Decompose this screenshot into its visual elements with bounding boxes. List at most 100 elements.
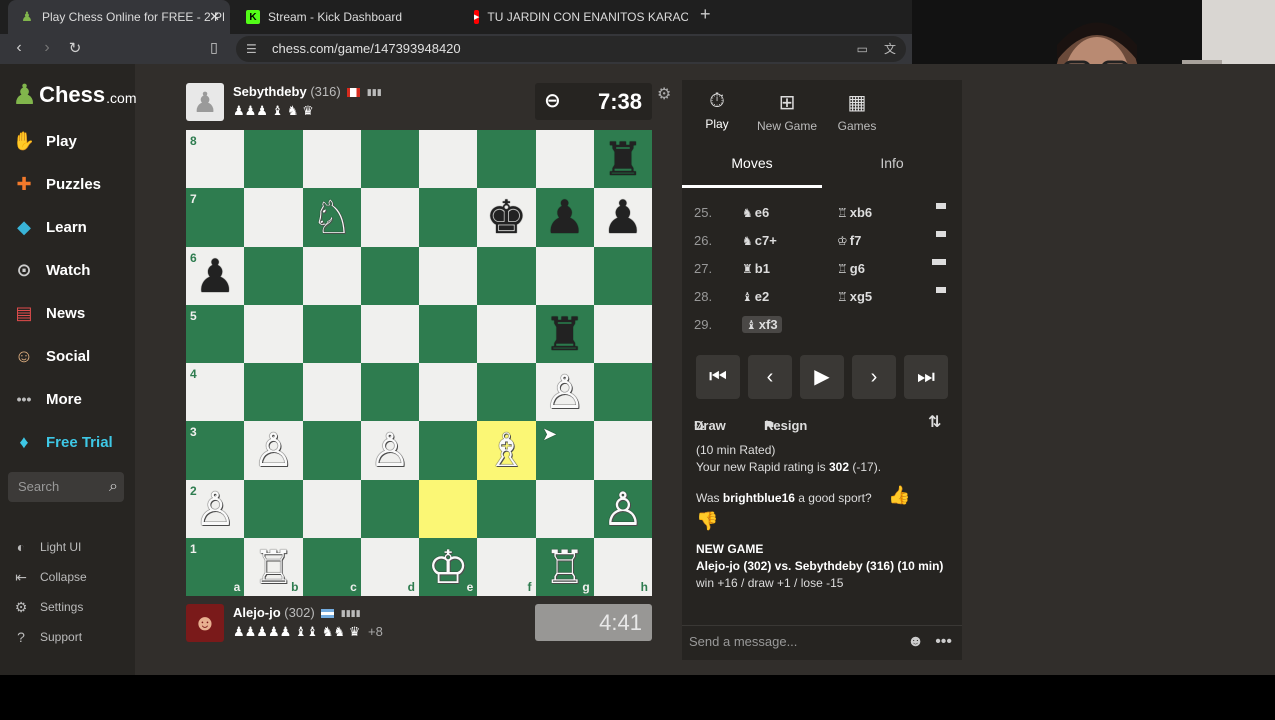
sidebar-item-light-ui[interactable]: ◐ Light UI <box>0 534 135 560</box>
bottom-player-avatar[interactable]: ☻ <box>186 604 224 642</box>
square-c4[interactable] <box>302 363 361 422</box>
square-b5[interactable] <box>244 304 303 363</box>
sidebar-item-news[interactable]: ▤ News <box>0 293 135 333</box>
square-e5[interactable] <box>419 304 478 363</box>
square-c6[interactable] <box>302 246 361 305</box>
white-pawn-icon[interactable]: ♙ <box>186 480 244 538</box>
tab-info[interactable]: Info <box>857 140 927 188</box>
square-d5[interactable] <box>360 304 419 363</box>
next-move-button[interactable]: › <box>852 355 896 399</box>
black-move[interactable]: ♖ g6 <box>837 255 865 283</box>
white-move[interactable]: ♞ c7+ <box>742 227 777 255</box>
square-h4[interactable] <box>593 363 652 422</box>
white-pawn-icon[interactable]: ♙ <box>361 421 419 479</box>
square-e4[interactable] <box>419 363 478 422</box>
site-info-icon[interactable]: ☰ <box>246 36 257 62</box>
square-c5[interactable] <box>302 304 361 363</box>
square-b4[interactable] <box>244 363 303 422</box>
white-move[interactable]: ♞ e6 <box>742 199 769 227</box>
square-e2[interactable] <box>419 479 478 538</box>
white-pawn-icon[interactable]: ♙ <box>244 421 302 479</box>
square-b8[interactable] <box>244 130 303 189</box>
chat-input[interactable]: Send a message... ☻ ••• <box>682 625 962 660</box>
search-input[interactable]: Search ⌕ <box>8 472 124 502</box>
square-d7[interactable] <box>360 188 419 247</box>
white-move[interactable]: ♜ b1 <box>742 255 770 283</box>
white-rook-icon[interactable]: ♖ <box>244 538 302 596</box>
square-f2[interactable] <box>477 479 536 538</box>
back-icon[interactable]: ‹ <box>9 39 29 57</box>
sidebar-item-social[interactable]: ☺ Social <box>0 336 135 376</box>
square-a8[interactable]: 8 <box>186 130 245 189</box>
new-tab-icon[interactable]: + <box>700 4 711 25</box>
translate-icon[interactable]: 文 <box>884 36 896 62</box>
square-f4[interactable] <box>477 363 536 422</box>
square-c8[interactable] <box>302 130 361 189</box>
tab-play[interactable]: ⏱ Play <box>682 80 752 136</box>
flip-board-icon[interactable]: ⇅ <box>928 412 941 432</box>
square-c2[interactable] <box>302 479 361 538</box>
square-e6[interactable] <box>419 246 478 305</box>
thumbs-up-icon[interactable]: 👍 <box>888 486 910 504</box>
black-rook-icon[interactable]: ♜ <box>594 130 652 188</box>
square-b6[interactable] <box>244 246 303 305</box>
black-pawn-icon[interactable]: ♟ <box>186 247 244 305</box>
board-settings-gear-icon[interactable]: ⚙ <box>657 84 671 104</box>
square-f8[interactable] <box>477 130 536 189</box>
white-knight-icon[interactable]: ♘ <box>303 188 361 246</box>
black-move[interactable]: ♔ f7 <box>837 227 861 255</box>
top-player-name[interactable]: Sebythdeby <box>233 84 307 99</box>
close-icon[interactable]: ✕ <box>209 9 220 25</box>
square-e7[interactable] <box>419 188 478 247</box>
bottom-player-name[interactable]: Alejo-jo <box>233 605 281 620</box>
browser-tab-kick[interactable]: K Stream - Kick Dashboard <box>238 0 460 34</box>
browser-tab-chess[interactable]: ♟ Play Chess Online for FREE - 2 Pl ✕ <box>8 0 230 34</box>
sidebar-item-more[interactable]: ••• More <box>0 379 135 419</box>
white-bishop-icon[interactable]: ♗ <box>477 421 535 479</box>
previous-move-button[interactable]: ‹ <box>748 355 792 399</box>
square-b7[interactable] <box>244 188 303 247</box>
reload-icon[interactable]: ↻ <box>65 39 85 57</box>
square-b2[interactable] <box>244 479 303 538</box>
square-g8[interactable] <box>535 130 594 189</box>
square-a5[interactable]: 5 <box>186 304 245 363</box>
square-h3[interactable] <box>593 421 652 480</box>
tab-moves[interactable]: Moves <box>682 140 822 188</box>
emoji-icon[interactable]: ☻ <box>907 626 924 658</box>
black-pawn-icon[interactable]: ♟ <box>594 188 652 246</box>
sidebar-item-settings[interactable]: ⚙ Settings <box>0 594 135 620</box>
search-icon[interactable]: ⌕ <box>109 472 118 502</box>
black-pawn-icon[interactable]: ♟ <box>536 188 594 246</box>
sidebar-item-collapse[interactable]: ⇤ Collapse <box>0 564 135 590</box>
white-pawn-icon[interactable]: ♙ <box>536 363 594 421</box>
square-g2[interactable] <box>535 479 594 538</box>
more-options-icon[interactable]: ••• <box>935 626 952 658</box>
square-h1[interactable]: h <box>593 537 652 596</box>
play-button[interactable]: ▶ <box>800 355 844 399</box>
square-c1[interactable]: c <box>302 537 361 596</box>
black-move[interactable]: ♖ xb6 <box>837 199 872 227</box>
square-c3[interactable] <box>302 421 361 480</box>
square-d2[interactable] <box>360 479 419 538</box>
bookmark-icon[interactable]: ▯ <box>204 39 224 56</box>
forward-icon[interactable]: › <box>37 39 57 57</box>
address-bar[interactable]: ☰ chess.com/game/147393948420 ▭ 文 <box>236 36 906 62</box>
sidebar-item-learn[interactable]: ◆ Learn <box>0 207 135 247</box>
square-a7[interactable]: 7 <box>186 188 245 247</box>
black-move[interactable]: ♖ xg5 <box>837 283 872 311</box>
square-h6[interactable] <box>593 246 652 305</box>
sidebar-item-play[interactable]: ✋ Play <box>0 121 135 161</box>
sport-name[interactable]: brightblue16 <box>723 491 795 505</box>
chess-board[interactable]: 8 7 6 5 4 3 2 1 a b c d e f g h ♜ ♘ ♚ ♟ ♟ ♟ ♜ ♙ ♙ ♙ ♗ ♙ ♙ ♖ ♔ ♖ <box>186 130 652 596</box>
square-e3[interactable] <box>419 421 478 480</box>
square-d1[interactable]: d <box>360 537 419 596</box>
square-h5[interactable] <box>593 304 652 363</box>
black-rook-icon[interactable]: ♜ <box>536 305 594 363</box>
sidebar-item-support[interactable]: ? Support <box>0 624 135 650</box>
sidebar-item-puzzles[interactable]: ✚ Puzzles <box>0 164 135 204</box>
new-game-players[interactable]: Alejo-jo (302) vs. Sebythdeby (316) (10 … <box>696 558 946 575</box>
square-g6[interactable] <box>535 246 594 305</box>
first-move-button[interactable]: ⏮ <box>696 355 740 399</box>
white-pawn-icon[interactable]: ♙ <box>594 480 652 538</box>
thumbs-down-icon[interactable]: 👎 <box>696 512 946 537</box>
